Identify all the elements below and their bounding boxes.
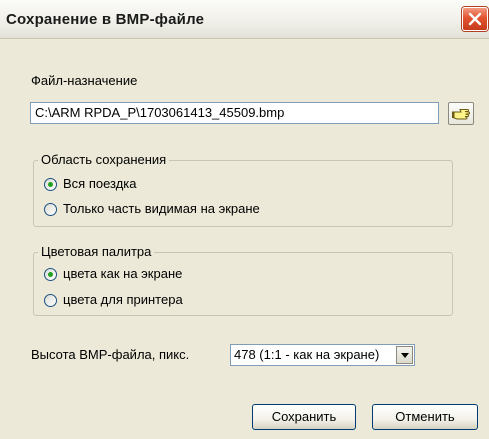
height-label: Высота BMP-файла, пикс. [31,347,190,362]
close-icon [468,12,482,26]
height-select[interactable]: 478 (1:1 - как на экране) [230,344,415,366]
save-area-group [33,160,453,227]
dialog-title: Сохранение в BMP-файле [6,11,205,28]
radio-button[interactable] [44,203,57,216]
save-bmp-dialog: Сохранение в BMP-файле Файл-назначение C… [0,0,489,439]
radio-button[interactable] [44,294,57,307]
title-bar[interactable]: Сохранение в BMP-файле [0,0,489,39]
save-area-title: Область сохранения [38,152,170,167]
target-file-input[interactable]: C:\ARM RPDA_P\1703061413_45509.bmp [30,102,439,124]
radio-button[interactable] [44,268,57,281]
radio-label: Вся поездка [63,176,137,191]
radio-label: цвета как на экране [63,266,183,281]
target-file-label: Файл-назначение [31,73,138,88]
dropdown-button[interactable] [396,346,413,364]
close-button[interactable] [462,7,488,31]
radio-selected-dot [48,272,53,277]
radio-button[interactable] [44,178,57,191]
radio-label: цвета для принтера [63,292,183,307]
save-button[interactable]: Сохранить [252,404,356,430]
palette-title: Цветовая палитра [38,244,155,259]
height-select-value: 478 (1:1 - как на экране) [234,347,380,362]
pointing-hand-icon [452,109,470,120]
browse-button[interactable] [448,102,474,125]
cancel-button[interactable]: Отменить [372,404,478,430]
radio-label: Только часть видимая на экране [63,201,260,216]
radio-selected-dot [48,182,53,187]
chevron-down-icon [401,353,409,358]
